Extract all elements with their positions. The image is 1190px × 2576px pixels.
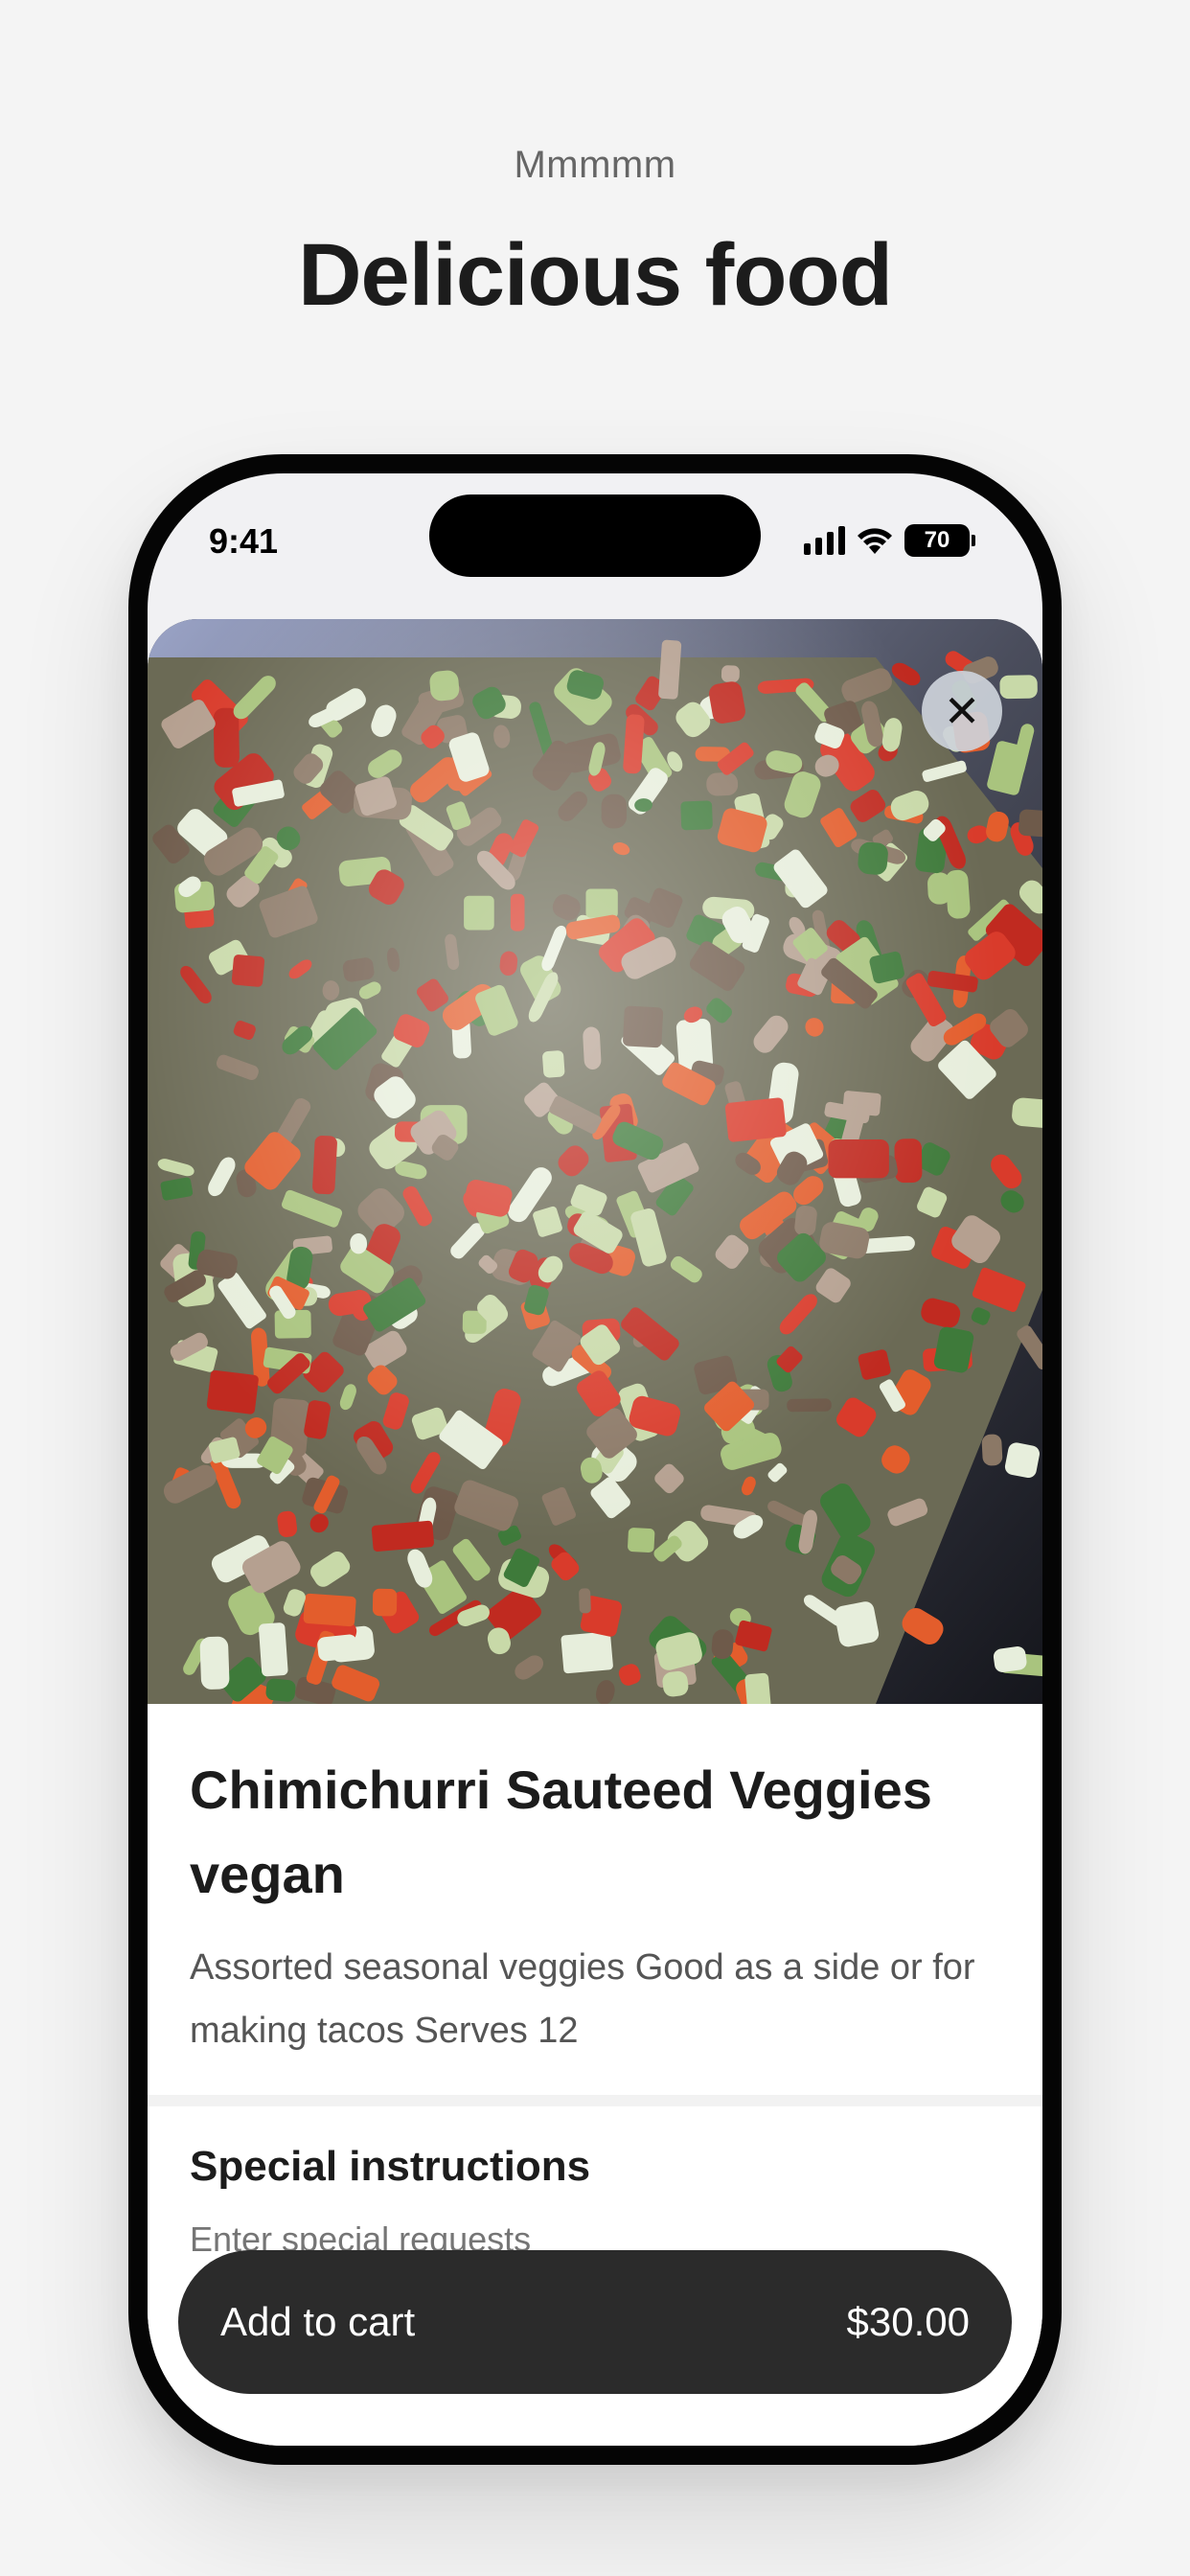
battery-icon: 70 [904, 524, 975, 557]
battery-level: 70 [904, 524, 970, 557]
close-icon: ✕ [943, 686, 981, 736]
cart-price: $30.00 [846, 2299, 970, 2344]
add-to-cart-label: Add to cart [220, 2299, 416, 2344]
add-to-cart-button[interactable]: Add to cart $30.00 [178, 2250, 1012, 2394]
item-description: Assorted seasonal veggies Good as a side… [190, 1947, 975, 2051]
product-sheet: ✕ Chimichurri Sauteed Veggies vegan Asso… [148, 619, 1042, 2446]
item-info: Chimichurri Sauteed Veggies vegan Assort… [148, 1704, 1042, 2106]
status-icons: 70 [804, 521, 975, 560]
hero-eyebrow: Mmmmm [514, 144, 676, 186]
special-instructions: Special instructions [190, 2143, 1000, 2260]
dynamic-island [429, 494, 761, 577]
phone-screen: 9:41 70 ✕ Chimichurri Sauteed Veggies ve… [148, 473, 1042, 2446]
instructions-title: Special instructions [190, 2143, 591, 2190]
phone-frame: 9:41 70 ✕ Chimichurri Sauteed Veggies ve… [128, 454, 1062, 2465]
section-divider [148, 2095, 1042, 2106]
status-time: 9:41 [209, 521, 279, 561]
item-title: Chimichurri Sauteed Veggies vegan [190, 1760, 932, 1904]
close-button[interactable]: ✕ [922, 671, 1002, 751]
cellular-signal-icon [804, 526, 845, 555]
wifi-icon [858, 528, 892, 554]
food-photo: ✕ [148, 619, 1042, 1704]
hero-title: Delicious food [298, 226, 893, 324]
